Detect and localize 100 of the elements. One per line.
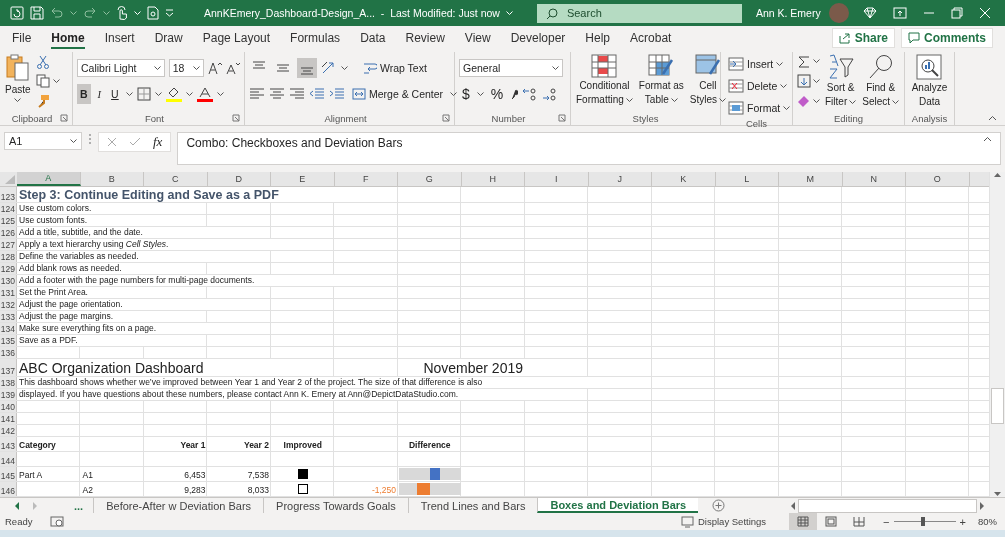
caret-icon[interactable] (719, 97, 727, 103)
menu-tab[interactable]: Data (360, 27, 386, 49)
caret-icon[interactable] (849, 99, 857, 105)
sum-icon[interactable] (797, 54, 811, 69)
autosave-icon[interactable] (10, 6, 24, 20)
caret-icon[interactable] (813, 98, 820, 104)
sheet-tab[interactable]: Before-After w Deviation Bars (93, 498, 264, 513)
checkbox[interactable] (297, 469, 308, 479)
menu-tab[interactable]: File (12, 27, 32, 49)
sheet-tab[interactable]: Boxes and Deviation Bars (537, 498, 699, 513)
bold-button[interactable]: B (77, 84, 91, 104)
display-settings-button[interactable]: Display Settings (678, 511, 770, 532)
conditional-styles-button[interactable]: Conditional Formatting (575, 52, 634, 111)
dialog-launcher-icon[interactable] (442, 114, 450, 122)
zoom-in-button[interactable]: + (959, 515, 966, 528)
fill-color-icon[interactable] (165, 86, 182, 102)
caret-icon[interactable] (670, 97, 678, 103)
user-name[interactable]: Ann K. Emery (755, 7, 821, 19)
macro-record-icon[interactable] (50, 515, 65, 528)
name-box[interactable]: A1 (4, 132, 82, 150)
comments-button[interactable]: Comments (901, 28, 993, 48)
menu-tab[interactable]: Formulas (290, 27, 341, 49)
scroll-right-icon[interactable] (979, 501, 985, 510)
menu-tab[interactable]: Insert (104, 27, 135, 49)
eraser-icon[interactable] (797, 94, 811, 109)
caret-icon[interactable] (70, 138, 77, 144)
diamond-icon[interactable] (862, 7, 877, 19)
row-number[interactable]: 124 (0, 203, 17, 214)
number-format-dropdown[interactable]: General (459, 59, 563, 77)
format-button[interactable]: Format (725, 98, 784, 118)
caret-icon[interactable] (780, 83, 788, 89)
menu-tab[interactable]: Page Layout (202, 27, 271, 49)
row-number[interactable]: 129 (0, 263, 17, 274)
row-number[interactable]: 136 (0, 347, 17, 358)
menu-tab[interactable]: Home (51, 27, 85, 49)
scroll-left-icon[interactable] (790, 501, 796, 510)
row-number[interactable]: 127 (0, 239, 17, 250)
column-header[interactable]: A (17, 172, 81, 186)
row-number[interactable]: 133 (0, 311, 17, 322)
insert-button[interactable]: Insert (725, 54, 777, 74)
restore-icon[interactable] (950, 7, 963, 19)
row-number[interactable]: 128 (0, 251, 17, 262)
collapse-ribbon-icon[interactable] (988, 115, 997, 121)
row-number[interactable]: 146 (0, 482, 17, 496)
increase-decimal-icon[interactable] (522, 87, 539, 101)
row-number[interactable]: 126 (0, 227, 17, 238)
ribbon-display-icon[interactable] (892, 7, 907, 19)
format-cells-icon[interactable] (728, 101, 744, 115)
caret-icon[interactable] (892, 99, 900, 105)
caret-icon[interactable] (14, 98, 22, 103)
row-number[interactable]: 145 (0, 467, 17, 481)
row-number[interactable]: 125 (0, 215, 17, 226)
caret-icon[interactable] (783, 105, 791, 111)
close-icon[interactable] (978, 7, 991, 19)
caret-icon[interactable] (341, 65, 348, 71)
wrap-text-button[interactable]: Wrap Text (360, 58, 430, 78)
font-name-dropdown[interactable]: Calibri Light (77, 59, 165, 77)
menu-tab[interactable]: Developer (510, 27, 566, 49)
caret-icon[interactable] (125, 91, 133, 97)
formula-field[interactable]: Combo: Checkboxes and Deviation Bars (177, 132, 1001, 165)
caret-icon[interactable] (476, 91, 484, 97)
currency-button[interactable]: $ (459, 84, 473, 104)
row-number[interactable]: 135 (0, 335, 17, 346)
delete-button[interactable]: Delete (725, 76, 781, 96)
menu-tab[interactable]: Review (405, 27, 445, 49)
zoom-slider[interactable] (893, 517, 956, 526)
touch-icon[interactable] (116, 6, 128, 20)
find-select-button[interactable]: Find & Select (861, 52, 901, 111)
font-size-dropdown[interactable]: 18 (168, 59, 204, 77)
row-number[interactable]: 137 (0, 359, 17, 376)
underline-button[interactable]: U (108, 84, 122, 104)
save-icon[interactable] (30, 6, 44, 20)
sort-filter-button[interactable]: Sort & Filter (824, 52, 858, 111)
caret-icon[interactable] (52, 79, 60, 84)
analyze-data-button[interactable]: Analyze Data (910, 52, 949, 111)
caret-icon[interactable] (154, 91, 162, 97)
collapse-icon[interactable] (983, 136, 992, 142)
previous-sheet-icon[interactable] (14, 501, 20, 510)
caret-icon[interactable] (776, 61, 784, 67)
font-color-icon[interactable] (196, 86, 213, 102)
caret-icon[interactable] (813, 59, 820, 65)
caret-icon[interactable] (813, 79, 820, 84)
row-number[interactable]: 138 (0, 377, 17, 388)
row-number[interactable]: 134 (0, 323, 17, 334)
zoom-out-button[interactable]: − (883, 515, 890, 528)
undo-icon[interactable] (50, 7, 64, 19)
decrease-decimal-icon[interactable] (542, 87, 559, 101)
menu-tab[interactable]: Help (585, 27, 611, 49)
row-number[interactable]: 131 (0, 287, 17, 298)
print-preview-icon[interactable] (147, 6, 159, 20)
customize-icon[interactable] (165, 9, 174, 17)
caret-icon[interactable] (185, 91, 193, 97)
row-number[interactable]: 132 (0, 299, 17, 310)
add-sheet-icon[interactable] (712, 499, 726, 512)
paste-button[interactable]: Paste (4, 52, 32, 111)
insert-function-button[interactable]: fx (153, 134, 163, 150)
copy-icon[interactable] (35, 74, 50, 89)
dialog-launcher-icon[interactable] (60, 114, 68, 122)
caret-icon[interactable] (153, 65, 161, 71)
row-number[interactable]: 130 (0, 275, 17, 286)
